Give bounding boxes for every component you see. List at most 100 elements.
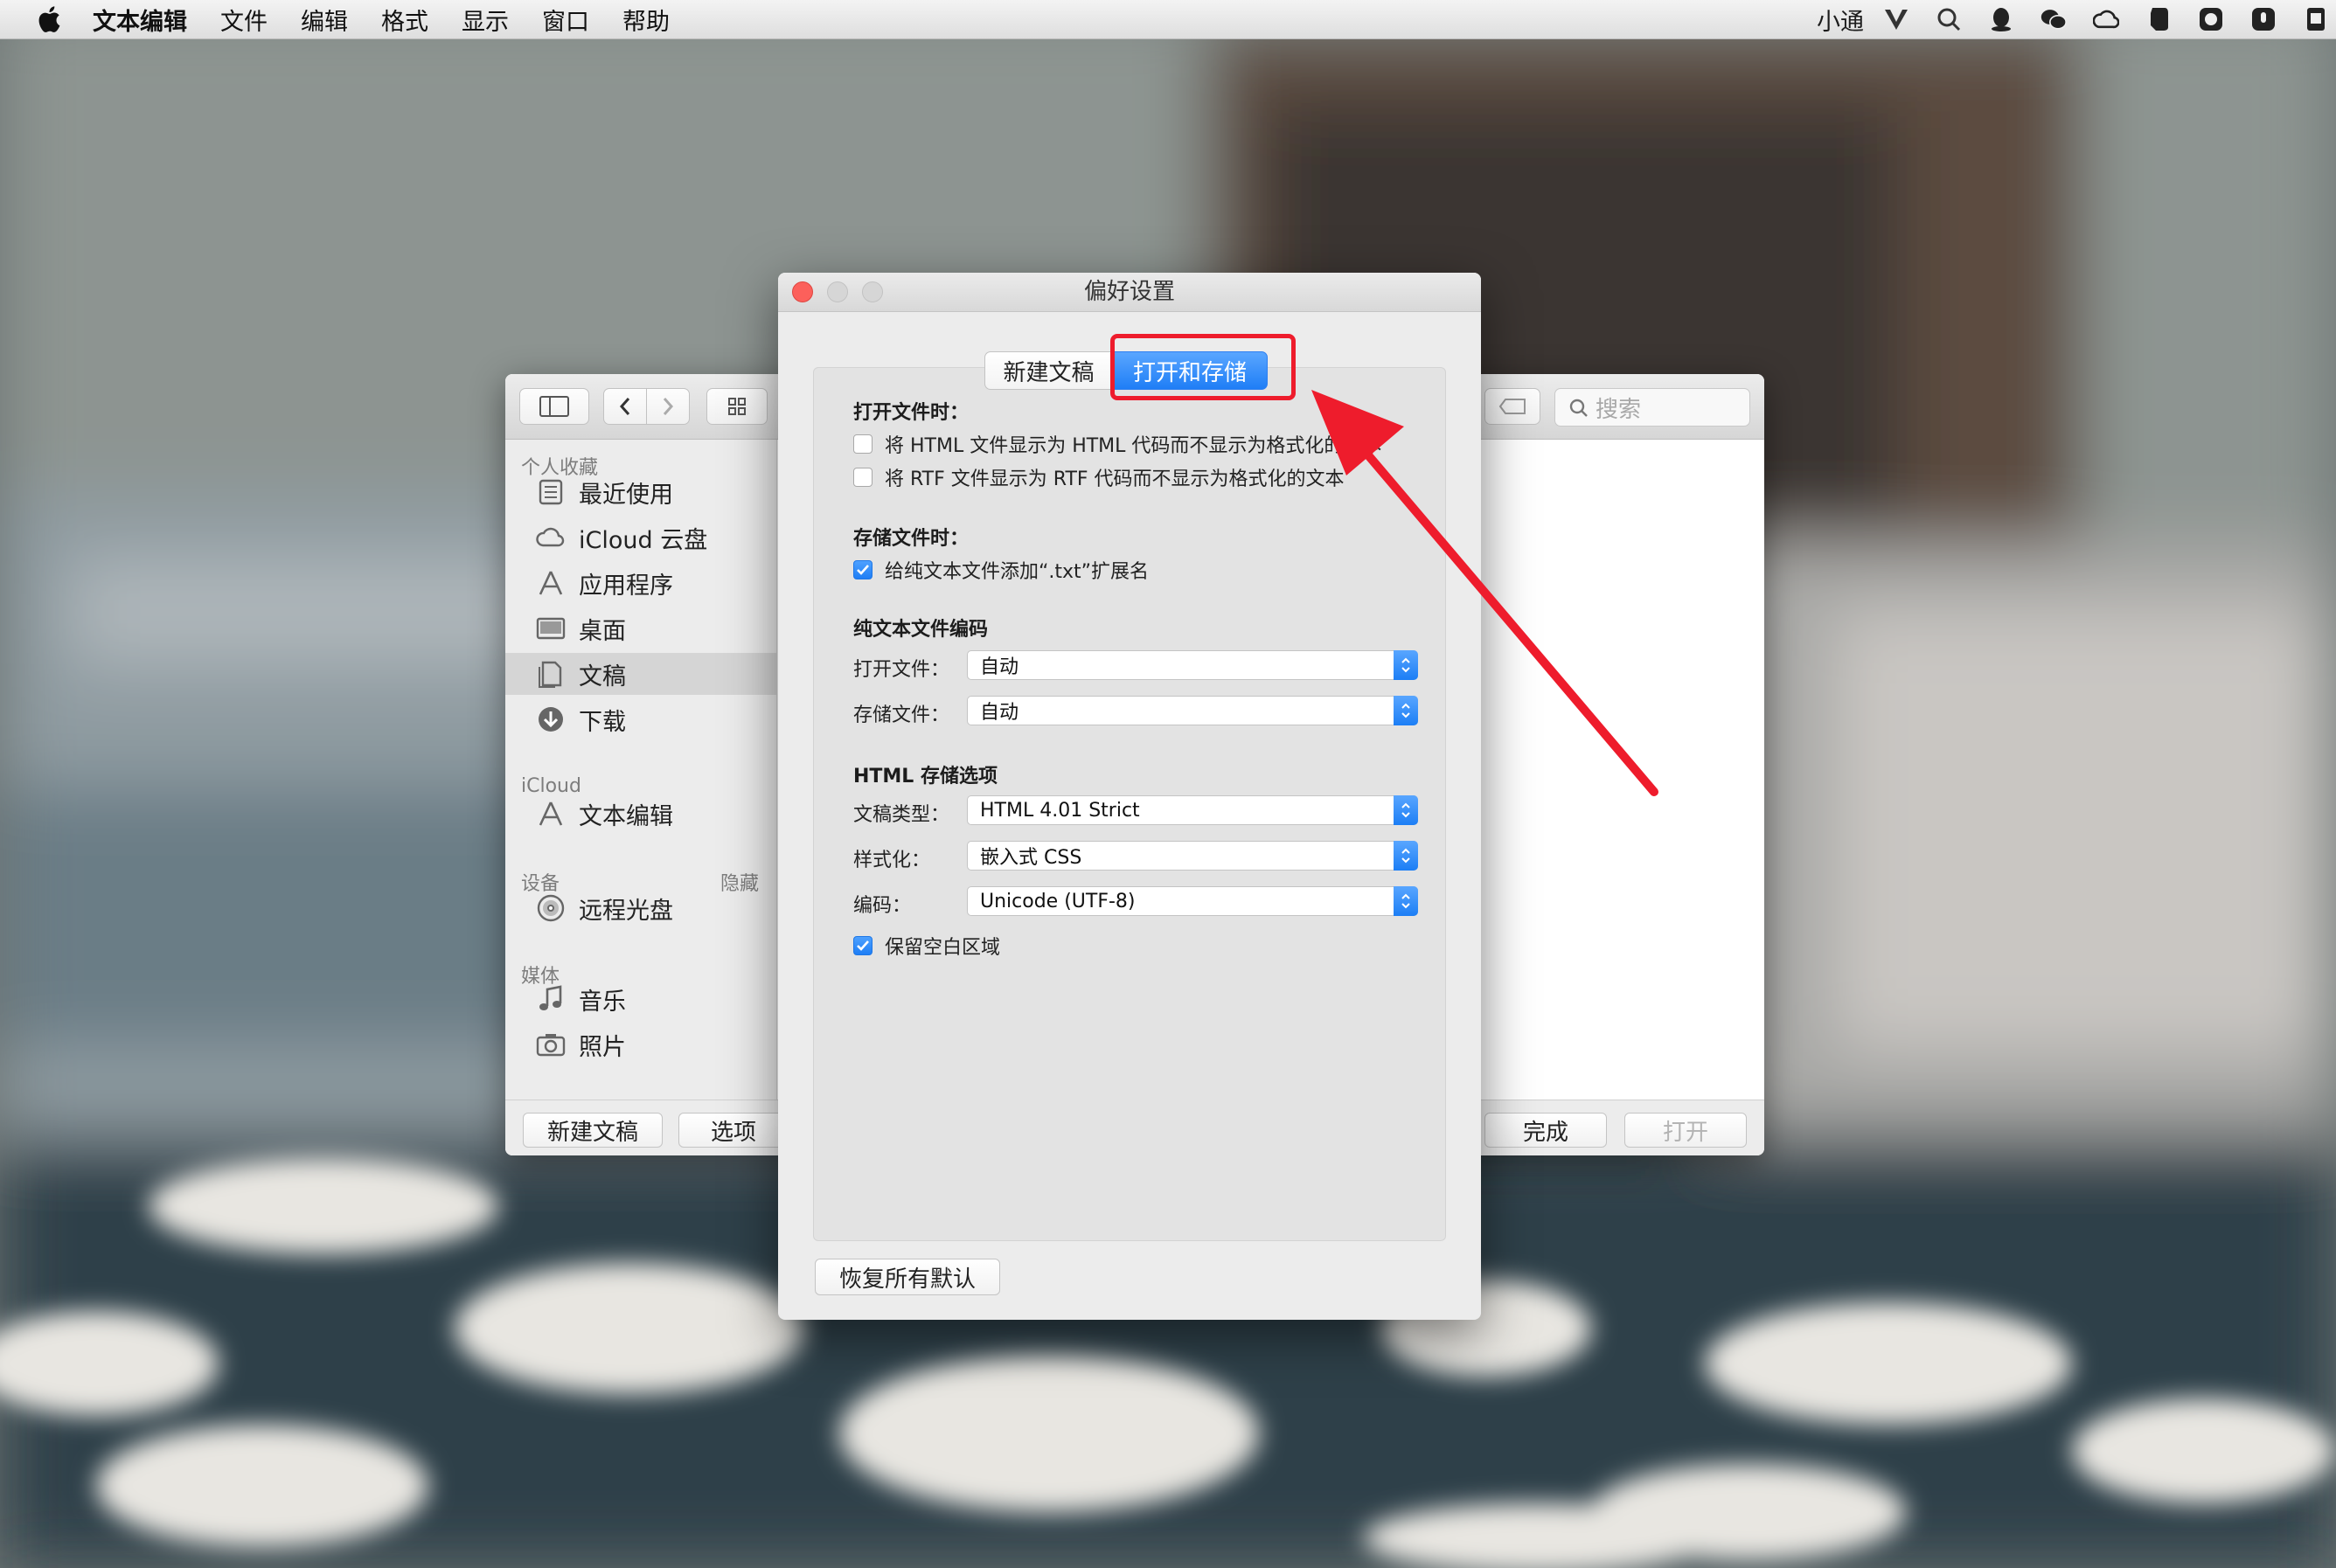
chevron-right-icon	[663, 398, 674, 415]
restore-defaults-button[interactable]: 恢复所有默认	[815, 1259, 1000, 1295]
menu-format[interactable]: 格式	[381, 3, 428, 37]
applications-icon	[535, 567, 567, 599]
mic-icon[interactable]	[2250, 6, 2277, 32]
styling-popup[interactable]: 嵌入式 CSS	[967, 841, 1418, 871]
view-icons-button[interactable]	[706, 388, 768, 425]
sidebar-item-label: 文本编辑	[579, 802, 673, 830]
tag-icon	[1498, 399, 1526, 414]
html-encoding-popup[interactable]: Unicode (UTF-8)	[967, 886, 1418, 916]
updown-chevron-icon	[1394, 795, 1418, 825]
sidebar-item-label: 桌面	[579, 617, 626, 645]
rtf-as-code-checkbox[interactable]	[853, 468, 873, 487]
music-icon	[535, 983, 567, 1015]
preferences-titlebar: 偏好设置	[778, 273, 1481, 312]
back-button[interactable]	[603, 388, 647, 425]
doc-type-popup[interactable]: HTML 4.01 Strict	[967, 795, 1418, 825]
documents-icon	[535, 658, 567, 690]
camera-icon	[535, 1029, 567, 1060]
search-chat-icon[interactable]	[1936, 6, 1962, 32]
mask-icon[interactable]	[2198, 6, 2224, 32]
html-encoding-value: Unicode (UTF-8)	[980, 890, 1136, 912]
preserve-whitespace-option[interactable]: 保留空白区域	[853, 932, 1000, 960]
html-save-options-heading: HTML 存储选项	[853, 766, 998, 787]
menu-user-name[interactable]: 小通	[1817, 3, 1864, 37]
grid-icon	[728, 398, 746, 415]
status-tray: 小通	[1817, 0, 2336, 38]
sidebar-item-documents[interactable]: 文稿	[505, 653, 776, 695]
checkmark-icon	[857, 940, 869, 951]
html-as-code-checkbox[interactable]	[853, 434, 873, 454]
html-encoding-label: 编码：	[853, 895, 912, 917]
menu-window[interactable]: 窗口	[542, 3, 589, 37]
creative-cloud-icon[interactable]	[2093, 6, 2119, 32]
menu-edit[interactable]: 编辑	[301, 3, 348, 37]
sidebar-item-label: 音乐	[579, 988, 626, 1016]
search-placeholder: 搜索	[1596, 396, 1642, 423]
search-field[interactable]: 搜索	[1554, 388, 1750, 427]
sidebar-item-music[interactable]: 音乐	[505, 978, 776, 1020]
apple-icon[interactable]	[35, 4, 61, 34]
search-icon	[1569, 399, 1588, 417]
preserve-whitespace-label: 保留空白区域	[885, 937, 1001, 959]
menu-bar: 文本编辑 文件 编辑 格式 显示 窗口 帮助 小通	[0, 0, 2336, 39]
doc-type-row: 文稿类型：	[853, 799, 967, 827]
options-button[interactable]: 选项	[678, 1113, 789, 1148]
sidebar-item-label: 下载	[579, 708, 626, 736]
save-encoding-popup[interactable]: 自动	[967, 696, 1418, 725]
rtf-as-code-label: 将 RTF 文件显示为 RTF 代码而不显示为格式化的文本	[885, 468, 1345, 490]
save-file-label: 存储文件：	[853, 704, 950, 726]
sidebar-item-photos[interactable]: 照片	[505, 1023, 776, 1065]
open-encoding-popup[interactable]: 自动	[967, 650, 1418, 680]
sidebar-item-downloads[interactable]: 下载	[505, 698, 776, 740]
menu-file[interactable]: 文件	[220, 3, 268, 37]
done-button[interactable]: 完成	[1484, 1113, 1607, 1148]
styling-row: 样式化：	[853, 844, 967, 872]
preserve-whitespace-checkbox[interactable]	[853, 936, 873, 955]
new-document-button[interactable]: 新建文稿	[523, 1113, 663, 1148]
styling-label: 样式化：	[853, 850, 931, 871]
disc-icon	[535, 892, 567, 924]
updown-chevron-icon	[1394, 696, 1418, 725]
sidebar-item-icloud-drive[interactable]: iCloud 云盘	[505, 517, 776, 559]
sidebar-item-label: 文稿	[579, 663, 626, 690]
sidebar-toggle-button[interactable]	[519, 388, 589, 425]
menu-help[interactable]: 帮助	[622, 3, 670, 37]
finder-sidebar: 个人收藏 最近使用 iCloud 云盘 应用程序 桌面 文稿 下载 iCloud	[505, 440, 777, 1155]
sidebar-item-applications[interactable]: 应用程序	[505, 562, 776, 604]
evernote-icon[interactable]	[2145, 6, 2172, 32]
doc-type-label: 文稿类型：	[853, 804, 950, 826]
updown-chevron-icon	[1394, 841, 1418, 871]
rtf-as-code-option[interactable]: 将 RTF 文件显示为 RTF 代码而不显示为格式化的文本	[853, 463, 1345, 491]
sidebar-item-desktop[interactable]: 桌面	[505, 607, 776, 649]
html-as-code-option[interactable]: 将 HTML 文件显示为 HTML 代码而不显示为格式化的文本	[853, 430, 1381, 458]
doc-type-value: HTML 4.01 Strict	[980, 799, 1140, 822]
html-as-code-label: 将 HTML 文件显示为 HTML 代码而不显示为格式化的文本	[885, 435, 1382, 457]
open-button[interactable]: 打开	[1624, 1113, 1747, 1148]
sidebar-icon	[539, 396, 569, 417]
tag-button[interactable]	[1484, 388, 1540, 425]
add-txt-extension-checkbox[interactable]	[853, 560, 873, 579]
wechat-icon[interactable]	[2041, 6, 2067, 32]
tab-new-document[interactable]: 新建文稿	[984, 351, 1112, 390]
cloud-icon	[535, 522, 567, 553]
forward-button[interactable]	[646, 388, 690, 425]
qq-icon[interactable]	[1988, 6, 2014, 32]
sidebar-item-label: 照片	[579, 1033, 626, 1061]
menu-view[interactable]: 显示	[462, 3, 509, 37]
add-txt-extension-label: 给纯文本文件添加“.txt”扩展名	[885, 561, 1150, 583]
checkmark-icon	[857, 565, 869, 575]
menu-app-name[interactable]: 文本编辑	[93, 3, 187, 37]
chevron-left-icon	[619, 398, 630, 415]
battery-icon[interactable]	[2303, 6, 2329, 32]
sidebar-item-remote-disc[interactable]: 远程光盘	[505, 887, 776, 929]
sidebar-item-textedit[interactable]: 文本编辑	[505, 793, 776, 835]
open-encoding-value: 自动	[980, 656, 1019, 678]
downloads-icon	[535, 704, 567, 735]
vpn-icon[interactable]	[1883, 6, 1909, 32]
sidebar-item-recents[interactable]: 最近使用	[505, 471, 776, 513]
sidebar-item-label: 应用程序	[579, 572, 673, 600]
save-encoding-value: 自动	[980, 702, 1019, 724]
desktop-icon	[535, 613, 567, 644]
add-txt-extension-option[interactable]: 给纯文本文件添加“.txt”扩展名	[853, 556, 1149, 584]
updown-chevron-icon	[1394, 886, 1418, 916]
